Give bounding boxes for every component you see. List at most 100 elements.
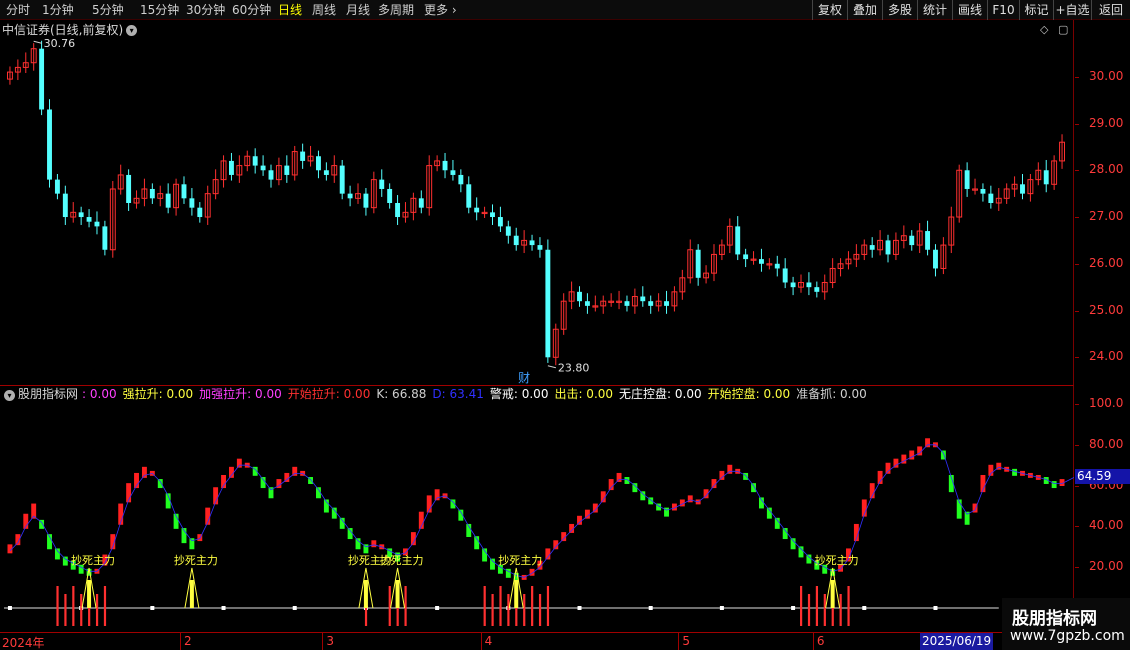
- indicator-value-item: 开始拉升: 0.00: [287, 387, 371, 401]
- signal-bar: [807, 594, 811, 608]
- time-label: 2024年: [2, 636, 45, 650]
- candle-down: [268, 170, 274, 180]
- current-indicator-value: 64.59: [1075, 469, 1130, 485]
- kline-panel[interactable]: 30.76 23.80 财 中信证券(日线,前复权) ▾ ◇ ▢: [0, 20, 1074, 386]
- signal-bar: [523, 594, 526, 608]
- financial-marker[interactable]: 财: [518, 371, 530, 385]
- stock-name: 中信证券(日线,前复权): [2, 23, 124, 37]
- candle-down: [300, 151, 306, 161]
- kdj-bar: [743, 472, 749, 480]
- period-tab-60min[interactable]: 60分钟: [232, 2, 271, 18]
- indicator-settings-icon[interactable]: ▾: [4, 390, 15, 401]
- kdj-bar: [774, 517, 780, 529]
- candle-down: [284, 165, 290, 175]
- time-label: 6: [816, 634, 825, 648]
- candle-down: [442, 160, 448, 171]
- signal-bar-down: [103, 608, 107, 626]
- time-label: 5: [682, 634, 690, 648]
- signal-bar-down: [88, 608, 91, 626]
- candle-down: [54, 179, 60, 194]
- f10-button[interactable]: F10: [987, 0, 1019, 20]
- candle-down: [529, 240, 535, 246]
- candle-down: [379, 179, 385, 189]
- price-tick-label: 28.00: [1089, 162, 1124, 177]
- candle-down: [980, 188, 986, 194]
- indicator-value-item: 强拉升: 0.00: [122, 387, 194, 401]
- period-tab-15min[interactable]: 15分钟: [140, 2, 179, 18]
- signal-yellow-bar: [189, 580, 194, 608]
- mark-button[interactable]: 标记: [1019, 0, 1053, 20]
- fuquan-button[interactable]: 复权: [812, 0, 847, 20]
- diamond-icon[interactable]: ◇: [1040, 23, 1048, 36]
- period-tab-fenshi[interactable]: 分时: [6, 2, 30, 18]
- signal-bar-down: [847, 608, 850, 626]
- candle-down: [735, 226, 741, 255]
- period-tab-monthly[interactable]: 月线: [346, 2, 370, 18]
- dropdown-icon[interactable]: ▾: [126, 25, 138, 36]
- signal-bar: [72, 586, 75, 608]
- period-tab-daily[interactable]: 日线: [278, 2, 302, 18]
- period-tab-5min[interactable]: 5分钟: [92, 2, 124, 18]
- signal-bar-down: [483, 608, 486, 626]
- candle-down: [387, 188, 393, 203]
- stock-title: 中信证券(日线,前复权) ▾: [2, 21, 138, 38]
- baseline-dot: [862, 606, 867, 610]
- candle-down: [782, 268, 788, 283]
- kdj-bar: [331, 507, 337, 519]
- signal-bar-down: [823, 608, 826, 626]
- indicator-value-item: : 0.00: [82, 387, 117, 401]
- candle-down: [909, 235, 915, 246]
- kdj-bar: [260, 477, 266, 489]
- add-watchlist-button[interactable]: +自选: [1053, 0, 1091, 20]
- price-tick: [1075, 310, 1079, 312]
- candle-down: [743, 254, 749, 260]
- candle-down: [885, 240, 891, 255]
- kdj-bar: [925, 438, 931, 448]
- period-tab-weekly[interactable]: 周线: [312, 2, 336, 18]
- kdj-bar: [54, 548, 60, 560]
- baseline-dot: [577, 606, 582, 610]
- baseline-dot: [435, 606, 440, 610]
- signal-label: 抄死主力: [380, 553, 424, 567]
- candle-down: [774, 263, 780, 269]
- candle-down: [513, 235, 519, 246]
- baseline-dot: [933, 606, 938, 610]
- indicator-tick: [1075, 526, 1079, 528]
- window-icon[interactable]: ▢: [1058, 23, 1068, 36]
- candle-down: [126, 174, 132, 203]
- candle-down: [545, 249, 551, 358]
- signal-bar: [56, 586, 59, 608]
- baseline-dot: [292, 606, 297, 610]
- multi-stock-button[interactable]: 多股: [882, 0, 917, 20]
- indicator-axis: 100.0 80.00 60.00 40.00 20.00 64.59: [1075, 386, 1130, 632]
- kdj-bar: [228, 466, 234, 478]
- period-tab-30min[interactable]: 30分钟: [186, 2, 225, 18]
- candle-down: [94, 221, 100, 227]
- price-tick-label: 26.00: [1089, 255, 1124, 270]
- candle-down: [228, 160, 234, 175]
- candle-down: [640, 296, 646, 302]
- candle-down: [964, 170, 970, 189]
- candle-down: [149, 188, 155, 199]
- indicator-value-item: D: 63.41: [432, 387, 484, 401]
- kdj-bar: [355, 538, 361, 550]
- period-tab-more[interactable]: 更多 ›: [424, 2, 457, 18]
- indicator-value-item: 无庄控盘: 0.00: [619, 387, 702, 401]
- time-separator: [179, 633, 181, 650]
- price-tick: [1075, 357, 1079, 359]
- back-button[interactable]: 返回: [1091, 0, 1130, 20]
- period-tab-1min[interactable]: 1分钟: [42, 2, 74, 18]
- statistics-button[interactable]: 统计: [917, 0, 952, 20]
- signal-bar-down: [831, 608, 834, 626]
- candle-down: [39, 48, 45, 110]
- signal-bar: [847, 586, 850, 608]
- indicator-chart: 抄死主力 抄死主力 抄死主力抄死主力 抄死主力 抄死主力: [4, 438, 1074, 626]
- indicator-panel[interactable]: 抄死主力 抄死主力 抄死主力 抄死主力 抄死主力 抄死主力 ▾ 股朋指标网: 0.00 强拉升…: [0, 386, 1074, 632]
- price-tick-label: 27.00: [1089, 209, 1124, 224]
- baseline-dot: [791, 606, 796, 610]
- draw-line-button[interactable]: 画线: [952, 0, 987, 20]
- period-tab-multi[interactable]: 多周期: [378, 2, 414, 18]
- overlay-button[interactable]: 叠加: [847, 0, 882, 20]
- signal-bar-down: [531, 608, 534, 626]
- candle-down: [78, 212, 84, 218]
